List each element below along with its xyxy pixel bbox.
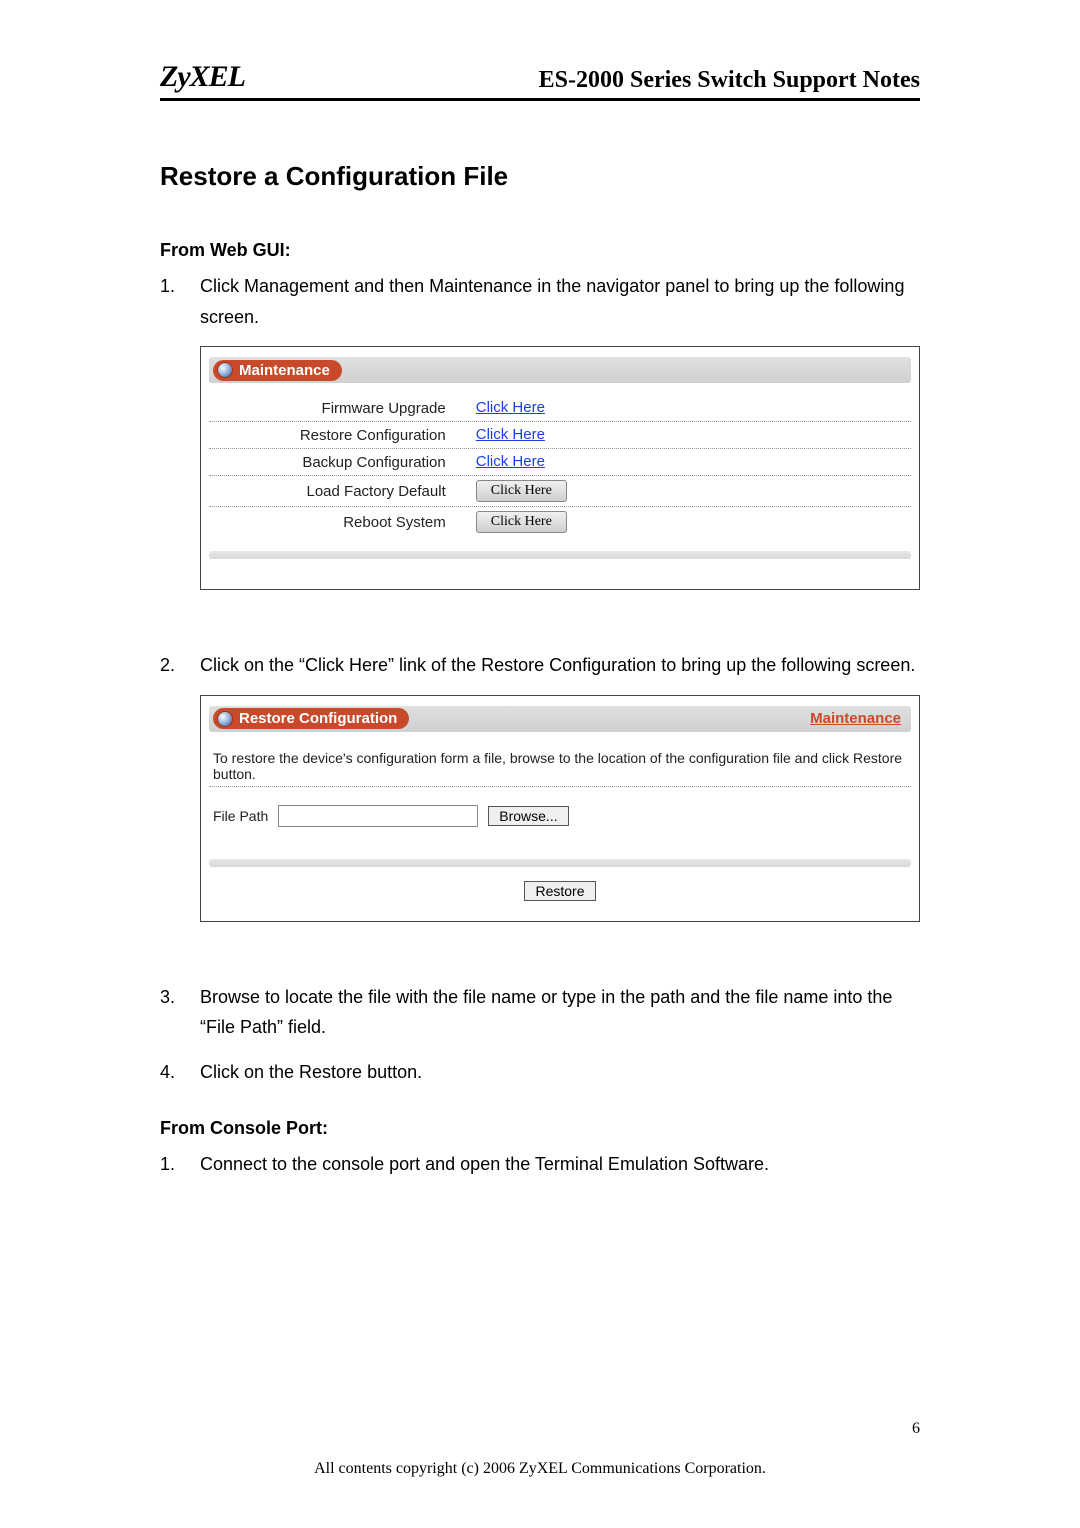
step-number: 3. bbox=[160, 982, 200, 1043]
copyright-footer: All contents copyright (c) 2006 ZyXEL Co… bbox=[0, 1460, 1080, 1478]
step-4: 4. Click on the Restore button. bbox=[160, 1057, 920, 1088]
panel-dot-icon bbox=[217, 711, 233, 727]
page-header: ZyXEL ES-2000 Series Switch Support Note… bbox=[160, 60, 920, 101]
restore-button[interactable]: Restore bbox=[524, 881, 595, 901]
page-number: 6 bbox=[912, 1420, 920, 1438]
row-label: Restore Configuration bbox=[209, 427, 476, 444]
firmware-upgrade-link[interactable]: Click Here bbox=[476, 399, 545, 416]
load-factory-default-button[interactable]: Click Here bbox=[476, 480, 567, 502]
step-text: Connect to the console port and open the… bbox=[200, 1149, 920, 1180]
panel-header: Maintenance bbox=[209, 357, 911, 383]
panel-title: Restore Configuration bbox=[239, 710, 397, 727]
table-row: Firmware Upgrade Click Here bbox=[209, 395, 911, 422]
step-2: 2. Click on the “Click Here” link of the… bbox=[160, 650, 920, 681]
file-path-label: File Path bbox=[213, 808, 268, 824]
reboot-system-button[interactable]: Click Here bbox=[476, 511, 567, 533]
step-text: Click on the Restore button. bbox=[200, 1057, 920, 1088]
step-text: Click Management and then Maintenance in… bbox=[200, 271, 920, 332]
logo: ZyXEL bbox=[160, 60, 245, 94]
panel-header: Restore Configuration Maintenance bbox=[209, 706, 911, 732]
panel-divider bbox=[209, 859, 911, 867]
file-path-input[interactable] bbox=[278, 805, 478, 827]
browse-button[interactable]: Browse... bbox=[488, 806, 568, 826]
table-row: Backup Configuration Click Here bbox=[209, 449, 911, 476]
step-text: Browse to locate the file with the file … bbox=[200, 982, 920, 1043]
restore-config-screenshot: Restore Configuration Maintenance To res… bbox=[200, 695, 920, 922]
table-row: Reboot System Click Here bbox=[209, 507, 911, 537]
table-row: Load Factory Default Click Here bbox=[209, 476, 911, 507]
row-label: Backup Configuration bbox=[209, 454, 476, 471]
subheading-console: From Console Port: bbox=[160, 1118, 920, 1139]
maintenance-table: Firmware Upgrade Click Here Restore Conf… bbox=[209, 395, 911, 537]
step-text: Click on the “Click Here” link of the Re… bbox=[200, 650, 920, 681]
row-label: Firmware Upgrade bbox=[209, 400, 476, 417]
restore-description: To restore the device's configuration fo… bbox=[209, 744, 911, 787]
table-row: Restore Configuration Click Here bbox=[209, 422, 911, 449]
backup-config-link[interactable]: Click Here bbox=[476, 453, 545, 470]
step-number: 2. bbox=[160, 650, 200, 681]
section-heading: Restore a Configuration File bbox=[160, 161, 920, 192]
subheading-web-gui: From Web GUI: bbox=[160, 240, 920, 261]
step-3: 3. Browse to locate the file with the fi… bbox=[160, 982, 920, 1043]
panel-title-pill: Restore Configuration bbox=[213, 708, 409, 729]
step-number: 4. bbox=[160, 1057, 200, 1088]
step-number: 1. bbox=[160, 1149, 200, 1180]
panel-title: Maintenance bbox=[239, 362, 330, 379]
maintenance-back-link[interactable]: Maintenance bbox=[810, 710, 911, 727]
restore-config-link[interactable]: Click Here bbox=[476, 426, 545, 443]
step-number: 1. bbox=[160, 271, 200, 332]
maintenance-screenshot: Maintenance Firmware Upgrade Click Here … bbox=[200, 346, 920, 590]
document-title: ES-2000 Series Switch Support Notes bbox=[539, 67, 920, 94]
file-path-row: File Path Browse... bbox=[209, 805, 911, 845]
panel-footer-bar bbox=[209, 551, 911, 559]
row-label: Load Factory Default bbox=[209, 483, 476, 500]
step-1: 1. Click Management and then Maintenance… bbox=[160, 271, 920, 332]
console-step-1: 1. Connect to the console port and open … bbox=[160, 1149, 920, 1180]
panel-dot-icon bbox=[217, 362, 233, 378]
panel-title-pill: Maintenance bbox=[213, 360, 342, 381]
row-label: Reboot System bbox=[209, 514, 476, 531]
